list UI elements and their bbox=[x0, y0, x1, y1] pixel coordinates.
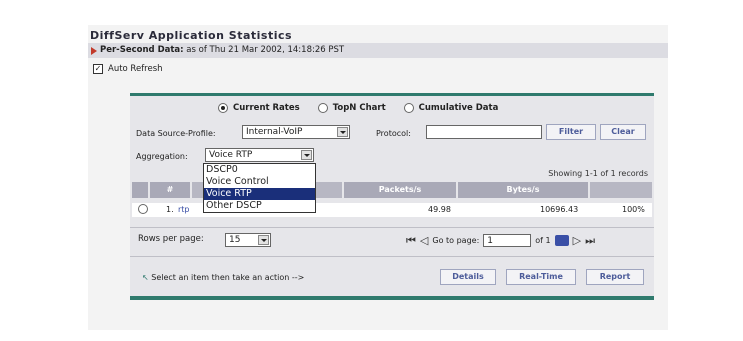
record-count: Showing 1-1 of 1 records bbox=[548, 169, 648, 178]
pagination-controls: ⏮ ◁ Go to page: 1 of 1 ▷ ⏭ bbox=[406, 234, 595, 247]
row-radio[interactable] bbox=[138, 204, 148, 216]
details-button[interactable]: Details bbox=[440, 269, 496, 285]
protocol-input[interactable] bbox=[426, 125, 542, 139]
auto-refresh-toggle[interactable]: ✓ Auto Refresh bbox=[93, 64, 163, 74]
data-source-label: Data Source-Profile: bbox=[136, 129, 216, 138]
divider bbox=[130, 227, 654, 228]
real-time-button[interactable]: Real-Time bbox=[506, 269, 576, 285]
radio-topn-chart[interactable] bbox=[317, 103, 328, 113]
clear-button[interactable]: Clear bbox=[600, 124, 646, 140]
chevron-down-icon bbox=[258, 235, 269, 245]
statistics-panel: Current Rates TopN Chart Cumulative Data… bbox=[130, 93, 654, 300]
auto-refresh-checkbox[interactable]: ✓ bbox=[93, 64, 103, 74]
aggregation-option[interactable]: Other DSCP bbox=[204, 200, 315, 212]
action-hint: ↖ Select an item then take an action --> bbox=[142, 273, 305, 282]
tab-current-rates[interactable]: Current Rates bbox=[218, 103, 300, 113]
header-select-col bbox=[132, 182, 148, 198]
goto-page-input[interactable]: 1 bbox=[483, 234, 532, 247]
chevron-down-icon bbox=[301, 150, 312, 160]
panel-bottom-border bbox=[130, 296, 654, 300]
filter-button[interactable]: Filter bbox=[546, 124, 596, 140]
rows-per-page-label: Rows per page: bbox=[138, 234, 204, 244]
radio-current-rates[interactable] bbox=[218, 103, 228, 113]
aggregation-select[interactable]: Voice RTP bbox=[205, 148, 314, 162]
row-percent: 100% bbox=[622, 205, 645, 214]
tab-cumulative-data[interactable]: Cumulative Data bbox=[403, 103, 498, 113]
expand-arrow-icon[interactable] bbox=[91, 47, 97, 55]
header-number[interactable]: # bbox=[150, 182, 190, 198]
goto-label: Go to page: bbox=[432, 236, 480, 245]
header-percent[interactable] bbox=[590, 182, 652, 198]
go-button[interactable] bbox=[554, 235, 569, 246]
last-page-icon[interactable]: ⏭ bbox=[585, 234, 595, 247]
aggregation-option-selected[interactable]: Voice RTP bbox=[204, 188, 315, 200]
aggregation-dropdown-list[interactable]: DSCP0 Voice Control Voice RTP Other DSCP bbox=[203, 163, 316, 213]
rows-per-page: Rows per page: bbox=[138, 234, 204, 244]
first-page-icon[interactable]: ⏮ bbox=[406, 234, 416, 247]
row-bytes: 10696.43 bbox=[540, 205, 579, 214]
next-page-icon[interactable]: ▷ bbox=[573, 234, 581, 247]
prev-page-icon[interactable]: ◁ bbox=[420, 234, 428, 247]
timestamp-text: Per-Second Data: as of Thu 21 Mar 2002, … bbox=[100, 45, 345, 55]
row-packets: 49.98 bbox=[428, 205, 451, 214]
data-timestamp-bar: Per-Second Data: as of Thu 21 Mar 2002, … bbox=[88, 43, 668, 58]
data-source-select[interactable]: Internal-VoIP bbox=[242, 125, 350, 139]
divider bbox=[130, 256, 654, 257]
tab-topn-chart[interactable]: TopN Chart bbox=[317, 103, 386, 113]
chevron-down-icon bbox=[337, 127, 348, 137]
aggregation-option[interactable]: DSCP0 bbox=[204, 164, 315, 176]
aggregation-label: Aggregation: bbox=[136, 152, 188, 161]
page: DiffServ Application Statistics Per-Seco… bbox=[0, 0, 743, 341]
view-selector: Current Rates TopN Chart Cumulative Data bbox=[218, 103, 498, 113]
action-arrow-icon: ↖ bbox=[142, 273, 149, 282]
row-index: 1. bbox=[166, 205, 174, 214]
radio-cumulative-data[interactable] bbox=[403, 103, 414, 113]
protocol-label: Protocol: bbox=[376, 129, 411, 138]
page-title: DiffServ Application Statistics bbox=[90, 29, 293, 42]
page-count: of 1 bbox=[535, 236, 551, 245]
panel-top-border bbox=[130, 93, 654, 96]
auto-refresh-label: Auto Refresh bbox=[108, 64, 163, 74]
aggregation-option[interactable]: Voice Control bbox=[204, 176, 315, 188]
rows-per-page-select[interactable]: 15 bbox=[225, 233, 271, 247]
row-name-link[interactable]: rtp bbox=[178, 205, 190, 214]
header-packets[interactable]: Packets/s bbox=[344, 182, 456, 198]
report-button[interactable]: Report bbox=[586, 269, 644, 285]
header-bytes[interactable]: Bytes/s bbox=[458, 182, 588, 198]
